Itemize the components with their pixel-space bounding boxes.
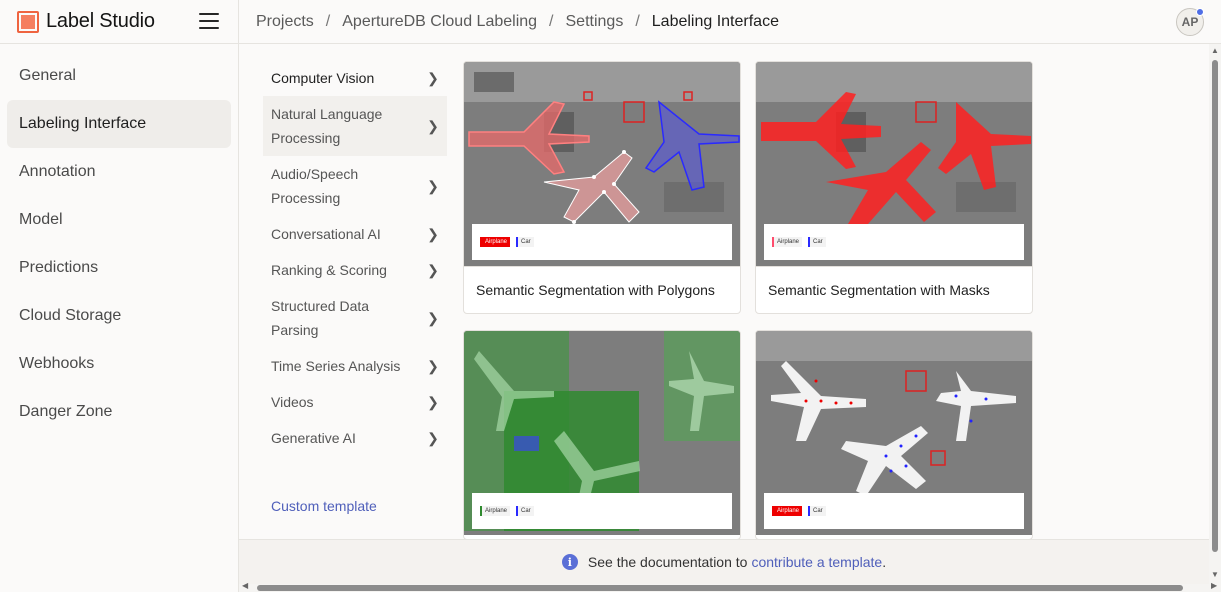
label-chip-car: Car [808, 506, 826, 516]
label-chip-airplane: Airplane [480, 506, 511, 516]
label-chip-car: Car [516, 237, 534, 247]
category-label: Ranking & Scoring [271, 262, 387, 278]
menu-icon[interactable] [199, 12, 219, 31]
label-chips: Airplane Car [764, 493, 1024, 529]
app-name: Label Studio [46, 10, 155, 32]
label-chip-airplane: Airplane [772, 506, 803, 516]
category-ranking-scoring[interactable]: Ranking & Scoring ❯ [263, 252, 447, 288]
chevron-right-icon: ❯ [427, 178, 439, 194]
category-label: Computer Vision [271, 70, 375, 86]
category-label: Videos [271, 394, 314, 410]
chevron-right-icon: ❯ [427, 226, 439, 242]
template-thumbnail: Airplane Car [756, 331, 1032, 535]
template-card-polygons[interactable]: Airplane Car Semantic Segmentation with … [463, 61, 741, 314]
settings-nav-webhooks[interactable]: Webhooks [7, 340, 231, 388]
breadcrumb-separator: / [635, 12, 640, 30]
scroll-right-icon[interactable]: ▶ [1211, 581, 1217, 590]
label-chips: Airplane Car [764, 224, 1024, 260]
template-title: Semantic Segmentation with Polygons [464, 266, 740, 313]
breadcrumb-projects[interactable]: Projects [256, 13, 314, 31]
settings-nav-labeling-interface[interactable]: Labeling Interface [7, 100, 231, 148]
vertical-scrollbar[interactable]: ▲ ▼ [1209, 44, 1221, 584]
category-generative-ai[interactable]: Generative AI ❯ [263, 420, 447, 456]
settings-nav-annotation[interactable]: Annotation [7, 148, 231, 196]
category-time-series[interactable]: Time Series Analysis ❯ [263, 348, 447, 384]
user-avatar[interactable]: AP [1176, 8, 1204, 36]
scrollbar-thumb[interactable] [257, 585, 1183, 591]
scroll-down-icon[interactable]: ▼ [1211, 570, 1219, 579]
category-label: Structured Data Parsing [271, 298, 370, 338]
template-card-bounding-boxes[interactable]: Airplane Car [463, 330, 741, 540]
category-label: Natural Language Processing [271, 106, 383, 146]
settings-nav: General Labeling Interface Annotation Mo… [0, 44, 239, 592]
scroll-left-icon[interactable]: ◀ [242, 581, 248, 590]
settings-nav-general[interactable]: General [7, 52, 231, 100]
info-icon: i [561, 554, 578, 570]
logo-area: Label Studio [0, 0, 239, 44]
breadcrumb: Projects / ApertureDB Cloud Labeling / S… [239, 13, 779, 31]
scroll-up-icon[interactable]: ▲ [1211, 46, 1219, 55]
chevron-right-icon: ❯ [427, 70, 439, 86]
label-chip-car: Car [516, 506, 534, 516]
category-label: Audio/Speech Processing [271, 166, 359, 206]
category-label: Conversational AI [271, 226, 381, 242]
category-conversational-ai[interactable]: Conversational AI ❯ [263, 216, 447, 252]
category-nlp[interactable]: Natural Language Processing ❯ [263, 96, 447, 156]
category-videos[interactable]: Videos ❯ [263, 384, 447, 420]
breadcrumb-current: Labeling Interface [651, 12, 779, 30]
notification-dot [1196, 8, 1204, 16]
template-title: Semantic Segmentation with Masks [756, 266, 1032, 313]
label-chip-car: Car [808, 237, 826, 247]
chevron-right-icon: ❯ [427, 430, 439, 446]
chevron-right-icon: ❯ [427, 310, 439, 326]
template-card-keypoints[interactable]: Airplane Car [755, 330, 1033, 540]
category-label: Generative AI [271, 430, 356, 446]
chevron-right-icon: ❯ [427, 262, 439, 278]
template-card-masks[interactable]: Airplane Car Semantic Segmentation with … [755, 61, 1033, 314]
breadcrumb-settings[interactable]: Settings [566, 13, 624, 31]
label-chips: Airplane Car [472, 493, 732, 529]
avatar-initials: AP [1181, 15, 1199, 29]
category-computer-vision[interactable]: Computer Vision ❯ [263, 60, 447, 96]
settings-nav-predictions[interactable]: Predictions [7, 244, 231, 292]
category-audio-speech[interactable]: Audio/Speech Processing ❯ [263, 156, 447, 216]
custom-template-link[interactable]: Custom template [271, 498, 377, 514]
breadcrumb-separator: / [325, 12, 331, 30]
template-thumbnail: Airplane Car [756, 62, 1032, 266]
label-chip-airplane: Airplane [480, 237, 511, 247]
settings-nav-danger-zone[interactable]: Danger Zone [7, 388, 231, 436]
settings-nav-cloud-storage[interactable]: Cloud Storage [7, 292, 231, 340]
scrollbar-thumb[interactable] [1212, 60, 1218, 552]
doc-suffix: . [882, 554, 887, 570]
settings-nav-model[interactable]: Model [7, 196, 231, 244]
chevron-right-icon: ❯ [427, 118, 439, 134]
template-thumbnail: Airplane Car [464, 62, 740, 266]
chevron-right-icon: ❯ [427, 394, 439, 410]
top-header: Label Studio Projects / ApertureDB Cloud… [0, 0, 1221, 44]
horizontal-scrollbar[interactable]: ◀ ▶ [239, 581, 1221, 592]
documentation-bar: i See the documentation to contribute a … [239, 539, 1209, 584]
label-chips: Airplane Car [472, 224, 732, 260]
doc-text: See the documentation to [587, 554, 748, 570]
template-thumbnail: Airplane Car [464, 331, 740, 535]
category-structured-data[interactable]: Structured Data Parsing ❯ [263, 288, 447, 348]
category-label: Time Series Analysis [271, 358, 401, 374]
template-category-nav: Computer Vision ❯ Natural Language Proce… [263, 60, 447, 456]
contribute-template-link[interactable]: contribute a template [751, 554, 882, 570]
breadcrumb-project[interactable]: ApertureDB Cloud Labeling [342, 13, 537, 31]
chevron-right-icon: ❯ [427, 358, 439, 374]
label-chip-airplane: Airplane [772, 237, 803, 247]
label-studio-logo-icon [17, 10, 39, 33]
breadcrumb-separator: / [549, 12, 554, 30]
